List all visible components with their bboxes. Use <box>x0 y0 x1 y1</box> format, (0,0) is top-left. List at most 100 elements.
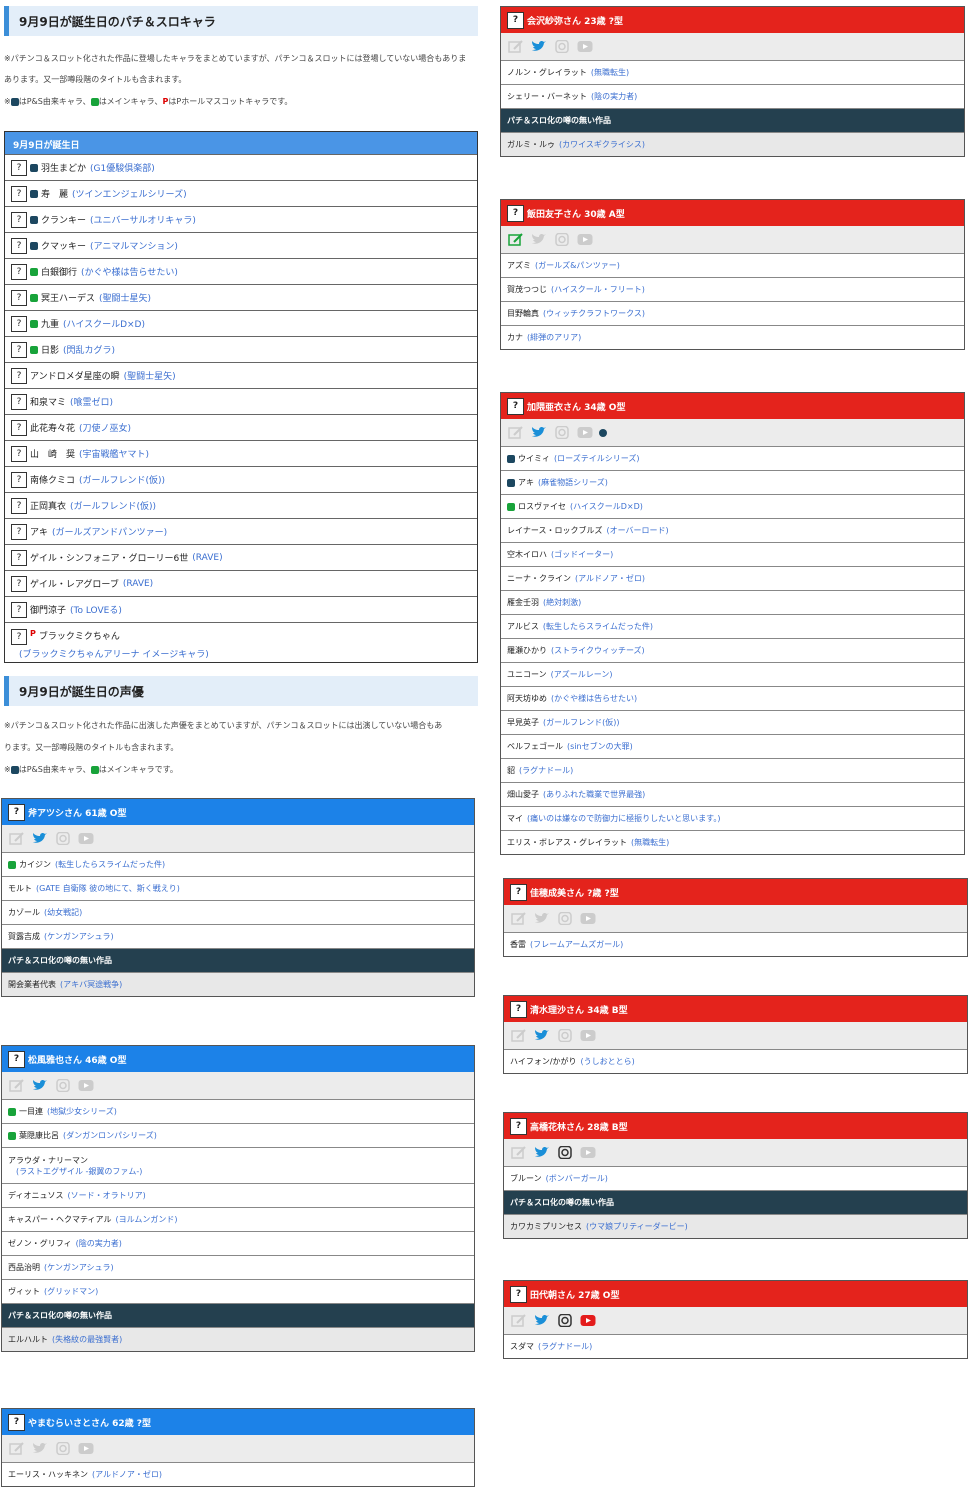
work-link[interactable]: (ハイスクール・フリート) <box>551 284 645 295</box>
work-link[interactable]: (ローズテイルシリーズ) <box>554 453 639 464</box>
edit-icon[interactable] <box>507 233 524 247</box>
help-button[interactable]: ? <box>8 1413 25 1431</box>
work-link[interactable]: (ありふれた職業で世界最強) <box>543 789 645 800</box>
work-link[interactable]: (うしおととら) <box>581 1056 635 1067</box>
work-link[interactable]: (アルドノア・ゼロ) <box>92 1469 162 1480</box>
work-link[interactable]: (幼女戦記) <box>44 907 82 918</box>
help-button[interactable]: ? <box>11 601 27 618</box>
work-link[interactable]: (ヨルムンガンド) <box>115 1214 177 1225</box>
help-button[interactable]: ? <box>11 523 27 540</box>
work-link[interactable]: (カワイスギクライシス) <box>559 139 645 150</box>
work-link[interactable]: (アルドノア・ゼロ) <box>575 573 645 584</box>
work-link[interactable]: (ツインエンジェルシリーズ) <box>72 187 187 200</box>
work-link[interactable]: (ケンガンアシュラ) <box>44 1262 114 1273</box>
work-link[interactable]: (アニマルマンション) <box>90 239 178 252</box>
work-link[interactable]: (ウィッチクラフトワークス) <box>543 308 645 319</box>
help-button[interactable]: ? <box>11 549 27 566</box>
work-link[interactable]: (ケンガンアシュラ) <box>44 931 114 942</box>
work-link[interactable]: (陰の実力者) <box>591 91 637 102</box>
help-button[interactable]: ? <box>507 204 524 222</box>
work-link[interactable]: (痛いのは嫌なので防御力に極振りしたいと思います。) <box>527 813 720 824</box>
work-link[interactable]: (麻雀物語シリーズ) <box>538 477 608 488</box>
work-link[interactable]: (緋弾のアリア) <box>527 332 581 343</box>
help-button[interactable]: ? <box>11 237 27 254</box>
youtube-icon[interactable] <box>579 1314 596 1328</box>
help-button[interactable]: ? <box>11 185 27 202</box>
work-link[interactable]: (ダンガンロンパシリーズ) <box>63 1130 157 1141</box>
work-link[interactable]: (ガールフレンド(仮)) <box>70 499 156 512</box>
instagram-icon[interactable] <box>556 1314 573 1328</box>
work-link[interactable]: (ガールズアンドパンツァー) <box>52 525 167 538</box>
help-button[interactable]: ? <box>11 629 27 645</box>
help-button[interactable]: ? <box>510 1000 527 1018</box>
help-button[interactable]: ? <box>8 803 25 821</box>
work-link[interactable]: (ブラックミクちゃんアリーナ イメージキャラ) <box>11 647 477 660</box>
work-link[interactable]: (ウマ娘プリティーダービー) <box>586 1221 688 1232</box>
help-button[interactable]: ? <box>11 341 27 358</box>
work-link[interactable]: (閃乱カグラ) <box>63 343 115 356</box>
work-link[interactable]: (ボンバーガール) <box>546 1173 608 1184</box>
work-link[interactable]: (地獄少女シリーズ) <box>47 1106 117 1117</box>
work-link[interactable]: (ラグナドール) <box>538 1341 592 1352</box>
twitter-icon[interactable] <box>530 40 547 54</box>
work-link[interactable]: (ユニバーサルオリキャラ) <box>90 213 196 226</box>
help-button[interactable]: ? <box>8 1050 25 1068</box>
work-link[interactable]: (フレームアームズガール) <box>530 939 623 950</box>
help-button[interactable]: ? <box>11 211 27 228</box>
twitter-icon[interactable] <box>533 1029 550 1043</box>
twitter-icon[interactable] <box>533 1146 550 1160</box>
work-link[interactable]: (RAVE) <box>123 579 153 589</box>
work-link[interactable]: (無職転生) <box>591 67 629 78</box>
work-link[interactable]: (宇宙戦艦ヤマト) <box>79 447 149 460</box>
work-link[interactable]: (かぐや様は告らせたい) <box>81 265 178 278</box>
help-button[interactable]: ? <box>11 419 27 436</box>
work-link[interactable]: (ハイスクールD×D) <box>570 501 643 512</box>
work-link[interactable]: (失格紋の最強賢者) <box>52 1334 122 1345</box>
work-link[interactable]: (ソード・オラトリア) <box>67 1190 145 1201</box>
work-link[interactable]: (アズールレーン) <box>551 669 613 680</box>
help-button[interactable]: ? <box>11 393 27 410</box>
work-link[interactable]: (かぐや様は告らせたい) <box>551 693 637 704</box>
work-link[interactable]: (刀使ノ巫女) <box>79 421 131 434</box>
work-link[interactable]: (アキバ冥途戦争) <box>60 979 122 990</box>
help-button[interactable]: ? <box>11 471 27 488</box>
work-link[interactable]: (GATE 自衛隊 彼の地にて、斯く戦えり) <box>36 883 180 894</box>
work-link[interactable]: (sinセブンの大罪) <box>567 741 633 752</box>
work-link[interactable]: (ラストエグザイル -銀翼のファム-) <box>16 1166 474 1177</box>
help-button[interactable]: ? <box>510 1117 527 1135</box>
help-button[interactable]: ? <box>11 263 27 280</box>
work-link[interactable]: (喰霊ゼロ) <box>70 395 113 408</box>
instagram-icon[interactable] <box>556 1146 573 1160</box>
work-link[interactable]: (オーバーロード) <box>606 525 668 536</box>
twitter-icon[interactable] <box>530 426 547 440</box>
work-link[interactable]: (ガールフレンド(仮)) <box>79 473 165 486</box>
work-link[interactable]: (グリッドマン) <box>44 1286 98 1297</box>
twitter-icon[interactable] <box>31 832 48 846</box>
help-button[interactable]: ? <box>510 1285 527 1303</box>
help-button[interactable]: ? <box>11 497 27 514</box>
work-link[interactable]: (ガールフレンド(仮)) <box>543 717 619 728</box>
help-button[interactable]: ? <box>507 11 524 29</box>
work-link[interactable]: (RAVE) <box>192 553 222 563</box>
work-link[interactable]: (絶対刺激) <box>543 597 581 608</box>
help-button[interactable]: ? <box>11 367 27 384</box>
help-button[interactable]: ? <box>11 445 27 462</box>
help-button[interactable]: ? <box>11 289 27 306</box>
work-link[interactable]: (To LOVEる) <box>70 603 122 616</box>
work-link[interactable]: (ガールズ&パンツァー) <box>535 260 620 271</box>
twitter-icon[interactable] <box>31 1079 48 1093</box>
work-link[interactable]: (G1優駿倶楽部) <box>90 161 155 174</box>
work-link[interactable]: (陰の実力者) <box>76 1238 122 1249</box>
work-link[interactable]: (ラグナドール) <box>519 765 573 776</box>
work-link[interactable]: (ストライクウィッチーズ) <box>551 645 645 656</box>
work-link[interactable]: (ゴッドイーター) <box>551 549 613 560</box>
help-button[interactable]: ? <box>11 575 27 592</box>
work-link[interactable]: (聖闘士星矢) <box>99 291 151 304</box>
help-button[interactable]: ? <box>507 397 524 415</box>
twitter-icon[interactable] <box>533 1314 550 1328</box>
work-link[interactable]: (聖闘士星矢) <box>124 369 176 382</box>
help-button[interactable]: ? <box>11 315 27 332</box>
help-button[interactable]: ? <box>11 159 27 176</box>
work-link[interactable]: (転生したらスライムだった件) <box>55 859 165 870</box>
work-link[interactable]: (転生したらスライムだった件) <box>543 621 653 632</box>
